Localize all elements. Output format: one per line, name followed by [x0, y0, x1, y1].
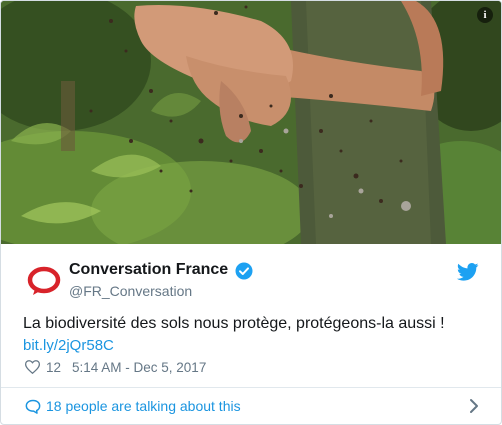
info-icon[interactable]: i [477, 7, 493, 23]
embedded-tweet-card: i Conversation France @FR_Conversation L… [0, 0, 502, 425]
tweet-header: Conversation France @FR_Conversation [23, 259, 483, 301]
talking-footer[interactable]: 18 people are talking about this [1, 388, 501, 424]
tweet-text: La biodiversité des sols nous protège, p… [23, 315, 445, 332]
heart-icon[interactable] [25, 360, 40, 374]
verified-badge-icon [235, 262, 253, 280]
chevron-right-icon[interactable] [469, 398, 479, 414]
talking-about-link[interactable]: 18 people are talking about this [46, 398, 241, 414]
tweet-timestamp[interactable]: 5:14 AM - Dec 5, 2017 [72, 360, 206, 375]
conversation-logo-icon[interactable] [27, 265, 61, 299]
reply-bubble-icon [25, 399, 41, 414]
account-handle[interactable]: @FR_Conversation [69, 283, 192, 299]
tweet-photo[interactable]: i [1, 1, 501, 244]
like-count[interactable]: 12 [46, 360, 61, 375]
twitter-bird-icon[interactable] [457, 263, 479, 281]
account-name[interactable]: Conversation France [69, 261, 228, 279]
photo-illustration [1, 1, 501, 244]
tweet-link[interactable]: bit.ly/2jQr58C [23, 337, 114, 354]
